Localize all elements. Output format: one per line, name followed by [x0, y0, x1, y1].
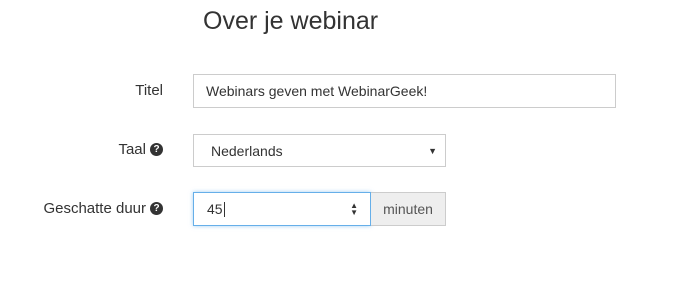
- chevron-down-icon: ▼: [428, 145, 437, 156]
- titel-label: Titel: [135, 82, 163, 99]
- duur-label-text: Geschatte duur: [43, 200, 146, 217]
- duur-input-value: 45: [207, 200, 223, 217]
- taal-label: Taal ?: [118, 141, 163, 158]
- titel-input-value: Webinars geven met WebinarGeek!: [206, 83, 428, 99]
- titel-input[interactable]: Webinars geven met WebinarGeek!: [193, 74, 616, 108]
- text-cursor: [223, 202, 225, 218]
- taal-select-value: Nederlands: [211, 142, 283, 159]
- duur-input-value-wrap: 45: [207, 201, 225, 218]
- taal-label-text: Taal: [118, 141, 146, 158]
- duur-number-input[interactable]: 45 ▲ ▼: [193, 192, 371, 226]
- help-icon[interactable]: ?: [150, 143, 163, 156]
- taal-select[interactable]: Nederlands ▼: [193, 134, 446, 167]
- number-spinner[interactable]: ▲ ▼: [350, 202, 358, 217]
- section-title: Over je webinar: [203, 7, 379, 35]
- webinar-form: Over je webinar Titel Webinars geven met…: [0, 0, 688, 287]
- duur-unit-addon: minuten: [371, 192, 446, 226]
- titel-label-text: Titel: [135, 82, 163, 99]
- duur-label: Geschatte duur ?: [43, 200, 163, 217]
- spin-down-icon[interactable]: ▼: [350, 209, 358, 217]
- help-icon[interactable]: ?: [150, 202, 163, 215]
